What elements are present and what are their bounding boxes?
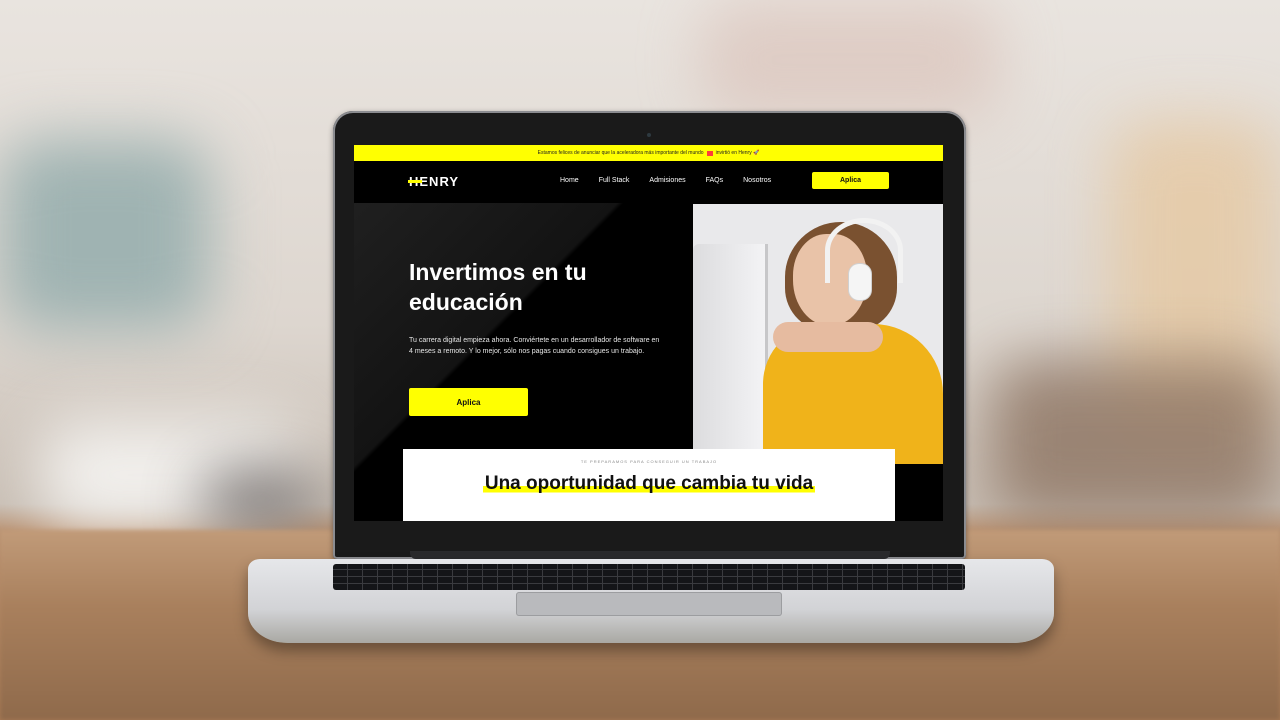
laptop-hinge xyxy=(410,551,890,559)
laptop-trackpad[interactable] xyxy=(516,592,782,616)
laptop-screen: Estamos felices de anunciar que la acele… xyxy=(354,145,943,521)
announcement-text: Estamos felices de anunciar que la acele… xyxy=(537,150,704,156)
announcement-bar: Estamos felices de anunciar que la acele… xyxy=(354,145,943,161)
nav-item-full-stack[interactable]: Full Stack xyxy=(599,177,630,184)
laptop-keyboard[interactable] xyxy=(333,564,965,590)
blurred-furniture xyxy=(990,360,1280,520)
nav-links: Home Full Stack Admisiones FAQs Nosotros xyxy=(560,177,791,184)
photo-hands xyxy=(773,322,883,352)
announcement-suffix: invirtió en Henry 🚀 xyxy=(715,150,760,156)
photo-monitor xyxy=(693,244,768,454)
nav-apply-button[interactable]: Aplica xyxy=(812,172,889,189)
nav-item-admisiones[interactable]: Admisiones xyxy=(649,177,685,184)
opportunity-card: TE PREPARAMOS PARA CONSEGUIR UN TRABAJO … xyxy=(403,449,895,521)
headphone-earcup xyxy=(849,264,871,300)
henry-logo[interactable]: HENRY xyxy=(407,174,459,189)
camera-icon xyxy=(647,133,651,137)
blurred-object xyxy=(200,470,320,530)
announcement-brand-tag xyxy=(706,150,713,156)
blurred-window xyxy=(0,140,210,330)
blurred-ceiling xyxy=(700,0,1000,120)
hero-title: Invertimos en tu educación xyxy=(409,259,587,315)
hero-apply-button[interactable]: Aplica xyxy=(409,388,528,416)
top-nav: HENRY Home Full Stack Admisiones FAQs No… xyxy=(354,161,943,203)
card-title-text: Una oportunidad que cambia tu vida xyxy=(482,473,816,494)
hero-description: Tu carrera digital empieza ahora. Convié… xyxy=(409,337,660,355)
nav-item-home[interactable]: Home xyxy=(560,177,579,184)
nav-item-nosotros[interactable]: Nosotros xyxy=(743,177,771,184)
card-eyebrow: TE PREPARAMOS PARA CONSEGUIR UN TRABAJO xyxy=(580,459,718,464)
nav-item-faqs[interactable]: FAQs xyxy=(706,177,724,184)
card-title: Una oportunidad que cambia tu vida xyxy=(403,473,895,495)
hero-photo xyxy=(693,204,943,464)
